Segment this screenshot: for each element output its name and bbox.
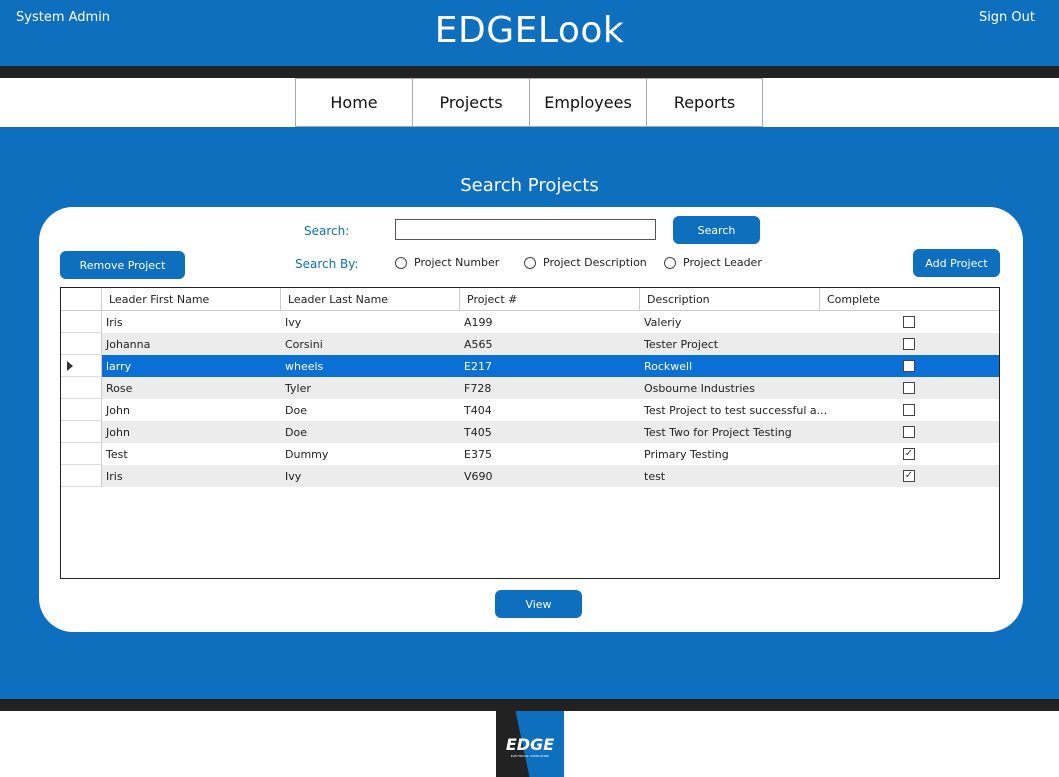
cell-leader-first: John <box>106 404 130 417</box>
main-nav: Home Projects Employees Reports <box>295 78 763 127</box>
cell-leader-last: wheels <box>285 360 324 373</box>
row-header[interactable] <box>61 377 102 399</box>
complete-checkbox[interactable] <box>903 404 915 416</box>
table-row[interactable]: Iris Ivy V690 test ✓ <box>61 465 999 487</box>
col-description[interactable]: Description <box>640 288 820 310</box>
cell-leader-first: Iris <box>106 470 123 483</box>
complete-checkbox[interactable] <box>903 316 915 328</box>
nav-strip: Home Projects Employees Reports <box>0 78 1059 127</box>
cell-leader-first: John <box>106 426 130 439</box>
table-row[interactable]: Rose Tyler F728 Osbourne Industries <box>61 377 999 399</box>
complete-checkbox[interactable] <box>903 382 915 394</box>
cell-leader-first: larry <box>106 360 132 373</box>
complete-checkbox[interactable]: ✓ <box>903 470 915 482</box>
cell-leader-last: Corsini <box>285 338 323 351</box>
cell-leader-first: Rose <box>106 382 133 395</box>
nav-projects[interactable]: Projects <box>412 78 529 127</box>
cell-description: test <box>644 470 666 483</box>
complete-checkbox[interactable] <box>903 426 915 438</box>
cell-leader-first: Iris <box>106 316 123 329</box>
row-header[interactable] <box>61 399 102 421</box>
cell-leader-first: Test <box>106 448 128 461</box>
cell-description: Test Two for Project Testing <box>644 426 792 439</box>
row-header[interactable] <box>61 443 102 465</box>
logo-subtitle: ELECTRICAL CONSULTING <box>510 754 550 758</box>
sign-out-link[interactable]: Sign Out <box>979 10 1035 25</box>
cell-project-number: E375 <box>464 448 492 461</box>
search-panel: Search: Search Remove Project Search By:… <box>39 207 1023 632</box>
radio-label: Project Leader <box>683 256 762 269</box>
row-header-corner <box>61 288 102 310</box>
view-button[interactable]: View <box>495 590 582 618</box>
cell-description: Rockwell <box>644 360 693 373</box>
top-bar: System Admin EDGELook Sign Out <box>0 0 1059 66</box>
cell-description: Test Project to test successful a... <box>644 404 828 417</box>
table-row[interactable]: John Doe T404 Test Project to test successf… <box>61 399 999 421</box>
radio-project-number[interactable]: Project Number <box>395 256 499 269</box>
cell-project-number: F728 <box>464 382 492 395</box>
header-divider <box>0 66 1059 78</box>
cell-leader-last: Tyler <box>285 382 311 395</box>
footer-divider <box>0 699 1059 711</box>
current-row-arrow-icon <box>67 361 73 371</box>
complete-checkbox[interactable] <box>903 338 915 350</box>
table-row[interactable]: Johanna Corsini A565 Tester Project <box>61 333 999 355</box>
cell-project-number: T405 <box>464 426 492 439</box>
row-header[interactable] <box>61 421 102 443</box>
col-project-number[interactable]: Project # <box>460 288 640 310</box>
radio-label: Project Number <box>414 256 500 269</box>
row-header[interactable] <box>61 465 102 487</box>
cell-leader-first: Johanna <box>106 338 151 351</box>
cell-description: Primary Testing <box>644 448 729 461</box>
nav-employees[interactable]: Employees <box>529 78 646 127</box>
cell-project-number: V690 <box>464 470 493 483</box>
search-button[interactable]: Search <box>673 216 760 244</box>
search-by-label: Search By: <box>295 257 359 271</box>
radio-circle-icon <box>395 256 407 269</box>
remove-project-button[interactable]: Remove Project <box>60 251 185 279</box>
radio-label: Project Description <box>543 256 647 269</box>
search-label: Search: <box>304 224 350 238</box>
search-input[interactable] <box>395 219 656 240</box>
edge-logo: EDGE ELECTRICAL CONSULTING <box>496 711 564 777</box>
add-project-button[interactable]: Add Project <box>913 249 1000 277</box>
cell-leader-last: Ivy <box>285 470 302 483</box>
radio-project-leader[interactable]: Project Leader <box>664 256 762 269</box>
footer: EDGE ELECTRICAL CONSULTING <box>0 711 1059 777</box>
nav-home[interactable]: Home <box>295 78 412 127</box>
cell-project-number: A199 <box>464 316 493 329</box>
cell-description: Osbourne Industries <box>644 382 755 395</box>
cell-leader-last: Dummy <box>285 448 329 461</box>
cell-description: Valeriy <box>644 316 682 329</box>
col-complete[interactable]: Complete <box>820 288 999 310</box>
table-row[interactable]: larry wheels E217 Rockwell <box>61 355 999 377</box>
complete-checkbox[interactable]: ✓ <box>903 448 915 460</box>
cell-project-number: A565 <box>464 338 493 351</box>
cell-leader-last: Ivy <box>285 316 302 329</box>
col-leader-last[interactable]: Leader Last Name <box>281 288 460 310</box>
cell-leader-last: Doe <box>285 426 307 439</box>
col-leader-first[interactable]: Leader First Name <box>102 288 281 310</box>
cell-project-number: E217 <box>464 360 492 373</box>
projects-grid[interactable]: Leader First Name Leader Last Name Proje… <box>60 287 1000 579</box>
app-title: EDGELook <box>434 10 625 51</box>
table-row[interactable]: Test Dummy E375 Primary Testing ✓ <box>61 443 999 465</box>
table-row[interactable]: John Doe T405 Test Two for Project Testing <box>61 421 999 443</box>
cell-project-number: T404 <box>464 404 492 417</box>
row-header[interactable] <box>61 355 102 377</box>
page-title: Search Projects <box>460 175 599 196</box>
row-header[interactable] <box>61 311 102 333</box>
cell-leader-last: Doe <box>285 404 307 417</box>
radio-circle-icon <box>524 256 536 269</box>
cell-description: Tester Project <box>644 338 719 351</box>
radio-project-description[interactable]: Project Description <box>524 256 647 269</box>
row-header[interactable] <box>61 333 102 355</box>
radio-circle-icon <box>664 256 676 269</box>
complete-checkbox[interactable] <box>903 360 915 372</box>
grid-header: Leader First Name Leader Last Name Proje… <box>61 288 999 311</box>
nav-reports[interactable]: Reports <box>646 78 763 127</box>
table-row[interactable]: Iris Ivy A199 Valeriy <box>61 311 999 333</box>
logo-text: EDGE <box>505 735 555 754</box>
